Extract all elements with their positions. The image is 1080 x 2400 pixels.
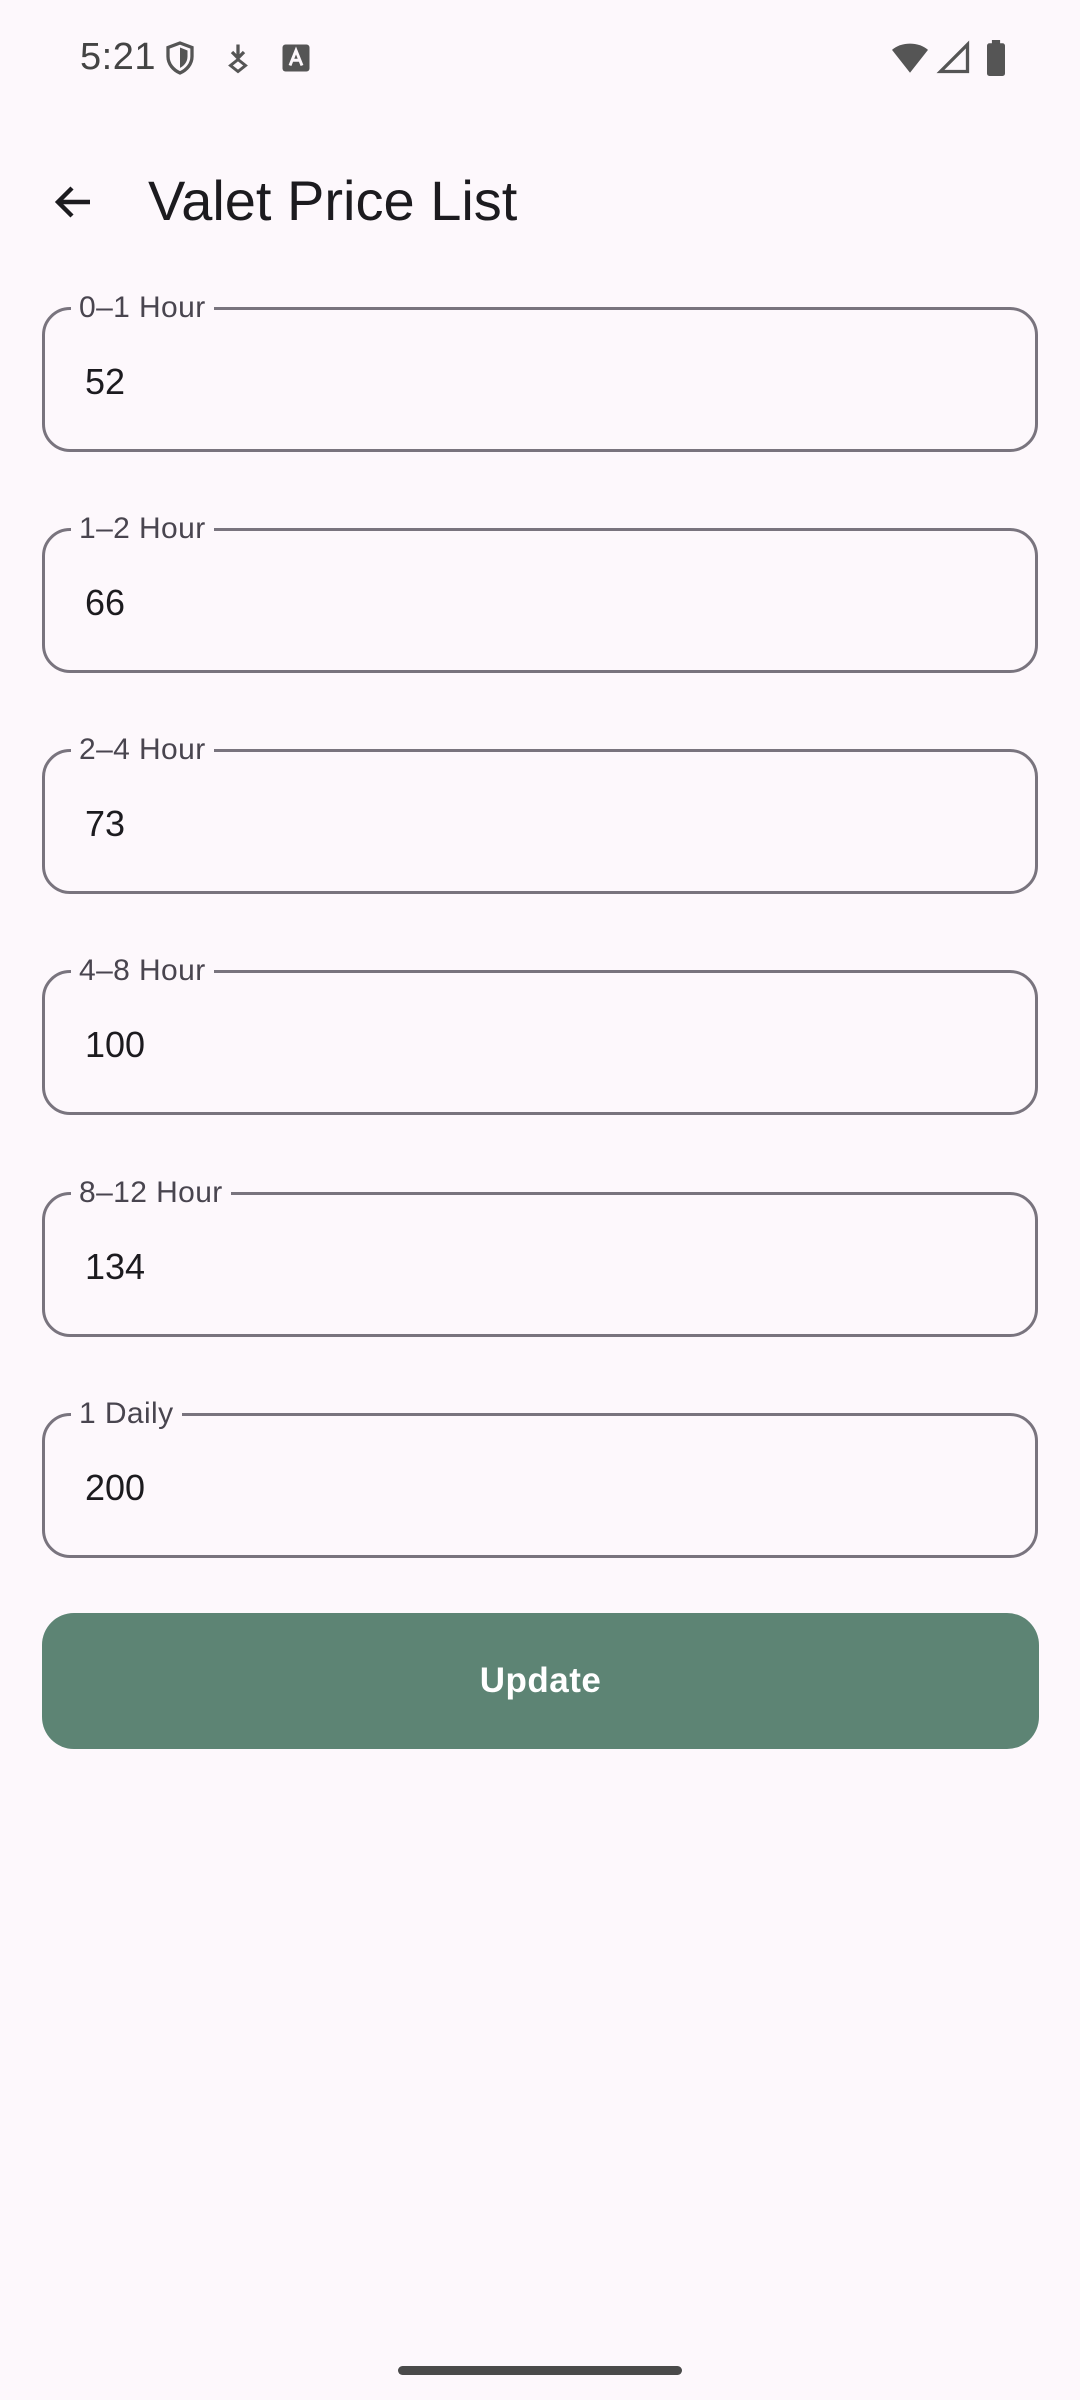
gesture-navigation-bar[interactable] <box>398 2366 682 2375</box>
app-bar: Valet Price List <box>0 150 1080 255</box>
field-label: 0–1 Hour <box>71 290 214 326</box>
page-title: Valet Price List <box>148 169 518 232</box>
status-bar: 5:21 <box>0 0 1080 120</box>
status-time: 5:21 <box>80 36 156 78</box>
battery-icon <box>984 40 1008 76</box>
field-label: 2–4 Hour <box>71 732 214 768</box>
price-field-1-daily[interactable]: 1 Daily <box>42 1396 1038 1558</box>
price-input-4-8-hour[interactable] <box>85 1017 985 1073</box>
price-input-1-2-hour[interactable] <box>85 575 985 631</box>
price-input-8-12-hour[interactable] <box>85 1239 985 1295</box>
field-label: 8–12 Hour <box>71 1175 231 1211</box>
field-label: 1–2 Hour <box>71 511 214 547</box>
download-icon <box>220 40 256 76</box>
text-a-icon <box>278 40 314 76</box>
price-field-2-4-hour[interactable]: 2–4 Hour <box>42 732 1038 894</box>
price-field-8-12-hour[interactable]: 8–12 Hour <box>42 1175 1038 1337</box>
price-field-0-1-hour[interactable]: 0–1 Hour <box>42 290 1038 452</box>
arrow-back-icon <box>50 178 98 226</box>
update-button[interactable]: Update <box>42 1613 1039 1749</box>
price-input-1-daily[interactable] <box>85 1460 985 1516</box>
field-label: 4–8 Hour <box>71 953 214 989</box>
price-field-4-8-hour[interactable]: 4–8 Hour <box>42 953 1038 1115</box>
price-input-2-4-hour[interactable] <box>85 796 985 852</box>
price-input-0-1-hour[interactable] <box>85 354 985 410</box>
price-field-1-2-hour[interactable]: 1–2 Hour <box>42 511 1038 673</box>
back-button[interactable] <box>36 164 112 240</box>
shield-icon <box>162 40 198 76</box>
field-label: 1 Daily <box>71 1396 182 1432</box>
signal-icon <box>936 40 972 76</box>
wifi-icon <box>890 40 930 76</box>
